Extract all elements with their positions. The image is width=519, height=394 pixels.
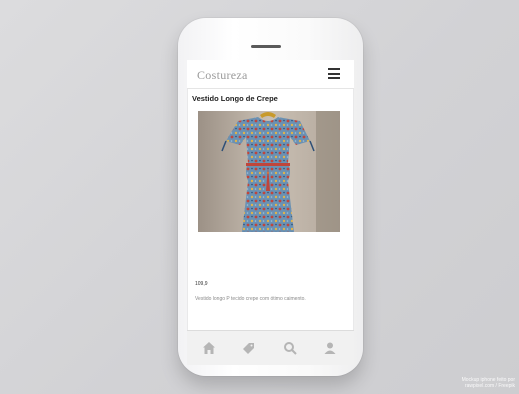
user-icon[interactable] bbox=[322, 340, 338, 356]
credit-line-2: rawpixel.com / Freepik bbox=[464, 383, 515, 389]
dress-photo bbox=[198, 111, 340, 232]
product-description: Vestido longo P tecido crepe com ótimo c… bbox=[195, 296, 306, 302]
tag-icon[interactable] bbox=[240, 340, 256, 356]
app-header: Costureza bbox=[187, 60, 354, 89]
product-price: 109,9 bbox=[195, 281, 208, 287]
phone-mockup: Costureza Vestido Longo de Crepe 109,9 V… bbox=[178, 18, 363, 376]
product-title: Vestido Longo de Crepe bbox=[192, 94, 278, 103]
home-icon[interactable] bbox=[201, 340, 217, 356]
app-screen: Costureza Vestido Longo de Crepe 109,9 V… bbox=[187, 60, 354, 365]
bottom-navigation bbox=[187, 330, 354, 365]
app-logo[interactable]: Costureza bbox=[197, 68, 248, 83]
product-image[interactable] bbox=[198, 111, 340, 232]
phone-speaker bbox=[251, 45, 281, 48]
hamburger-menu-icon[interactable] bbox=[328, 68, 340, 79]
mockup-credit: Mockup iphone feito por rawpixel.com / F… bbox=[462, 377, 515, 389]
search-icon[interactable] bbox=[282, 340, 298, 356]
